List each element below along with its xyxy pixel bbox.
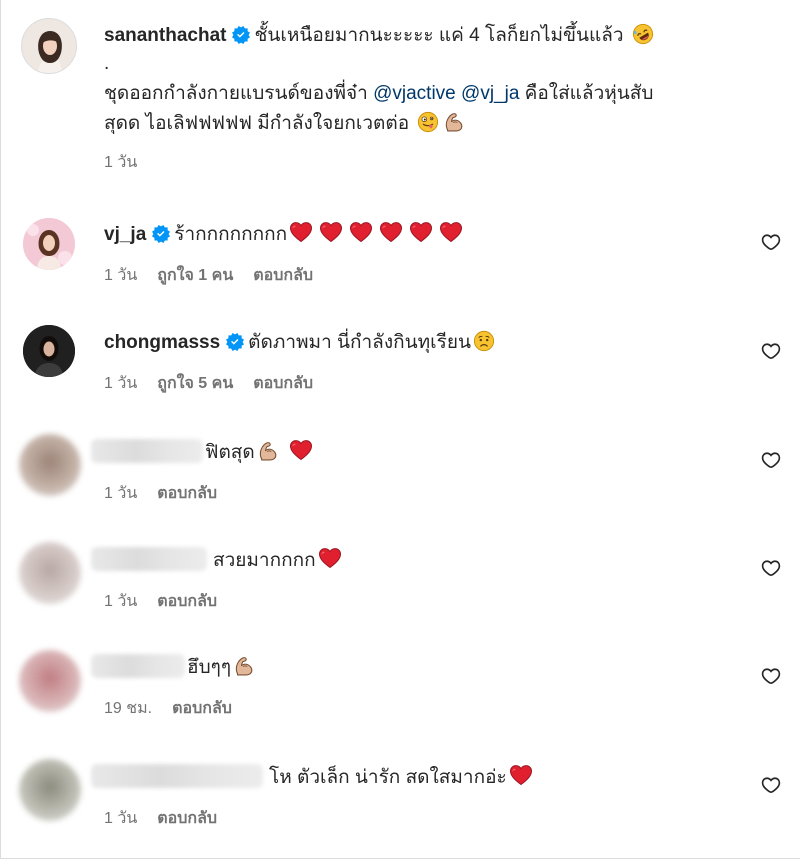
flexed-biceps-emoji [443,111,465,133]
like-heart-icon[interactable] [761,775,781,795]
blurred-username[interactable] [91,654,185,678]
red-heart-emoji [289,438,313,462]
rolling-laughing-emoji [632,23,654,45]
avatar[interactable] [19,542,81,604]
comment-text: ตัดภาพมา นี่กำลังกินทุเรียน [248,332,471,353]
comment-timestamp[interactable]: 19 ชม. [104,700,152,717]
red-heart-emoji [319,220,343,244]
red-heart-emoji [409,220,433,244]
comment-likes[interactable]: ถูกใจ 5 คน [157,375,233,392]
like-heart-icon[interactable] [761,341,781,361]
like-heart-icon[interactable] [761,558,781,578]
post-timestamp[interactable]: 1 วัน [104,154,137,171]
red-heart-emoji [318,546,342,570]
caption-line-4: สุดด ไอเลิฟฟฟฟฟ มีกำลังใจยกเวตต่อ [104,113,410,134]
mention-vjactive[interactable]: @vjactive [373,83,456,104]
comment-timestamp[interactable]: 1 วัน [104,593,137,610]
avatar[interactable] [19,434,81,496]
blurred-username[interactable] [91,764,263,788]
red-heart-emoji [289,220,313,244]
comment-text: ร้ากกกกกกกก [174,224,288,245]
post-username[interactable]: sanantha­chat [104,25,226,46]
like-heart-icon[interactable] [761,450,781,470]
flexed-biceps-emoji [257,440,279,462]
blurred-username[interactable] [91,547,207,571]
comment-username[interactable]: vj_ja [104,224,146,245]
comment-timestamp[interactable]: 1 วัน [104,267,137,284]
avatar[interactable] [23,325,75,377]
comment-text: ฟิตสุด [205,442,255,463]
avatar[interactable] [23,218,75,270]
sad-face-emoji [473,330,495,352]
flexed-biceps-emoji [233,655,255,677]
reply-button[interactable]: ตอบกลับ [157,810,217,827]
verified-badge-icon [232,26,250,44]
comment-timestamp[interactable]: 1 วัน [104,485,137,502]
caption-line-3-pre: ชุดออกกำลังกายแบรนด์ของพี่จ๋า [104,83,374,104]
reply-button[interactable]: ตอบกลับ [253,267,313,284]
verified-badge-icon [152,225,170,243]
zany-face-emoji [417,111,439,133]
caption-dot: . [104,53,110,74]
comment-timestamp[interactable]: 1 วัน [104,810,137,827]
avatar[interactable] [19,650,81,712]
comments-panel: sanantha­chat ชั้นเหนือยมากนะะะะะ แค่ 4 โ… [0,0,800,859]
mention-vj-ja[interactable]: @vj_ja [461,83,519,104]
comment-username[interactable]: chongmasss [104,332,220,353]
red-heart-emoji [349,220,373,244]
red-heart-emoji [379,220,403,244]
verified-badge-icon [226,333,244,351]
red-heart-emoji [509,763,533,787]
reply-button[interactable]: ตอบกลับ [253,375,313,392]
caption-line-3-post: คือใส่แล้วหุ่นสับ [519,83,654,104]
comment-timestamp[interactable]: 1 วัน [104,375,137,392]
like-heart-icon[interactable] [761,232,781,252]
avatar[interactable] [19,759,81,821]
like-heart-icon[interactable] [761,666,781,686]
reply-button[interactable]: ตอบกลับ [172,700,232,717]
red-heart-emoji [439,220,463,244]
comment-text: สวยมากกกก [213,550,316,571]
comment-likes[interactable]: ถูกใจ 1 คน [157,267,233,284]
reply-button[interactable]: ตอบกลับ [157,485,217,502]
avatar[interactable] [21,18,77,74]
reply-button[interactable]: ตอบกลับ [157,593,217,610]
caption-line-1: ชั้นเหนือยมากนะะะะะ แค่ 4 โลก็ยกไม่ขึ้นแ… [254,25,624,46]
comment-text: โห ตัวเล็ก น่ารัก สดใสมากอ่ะ [269,767,507,788]
blurred-username[interactable] [91,439,203,463]
comment-text: ฮึบๆๆ [187,657,232,678]
